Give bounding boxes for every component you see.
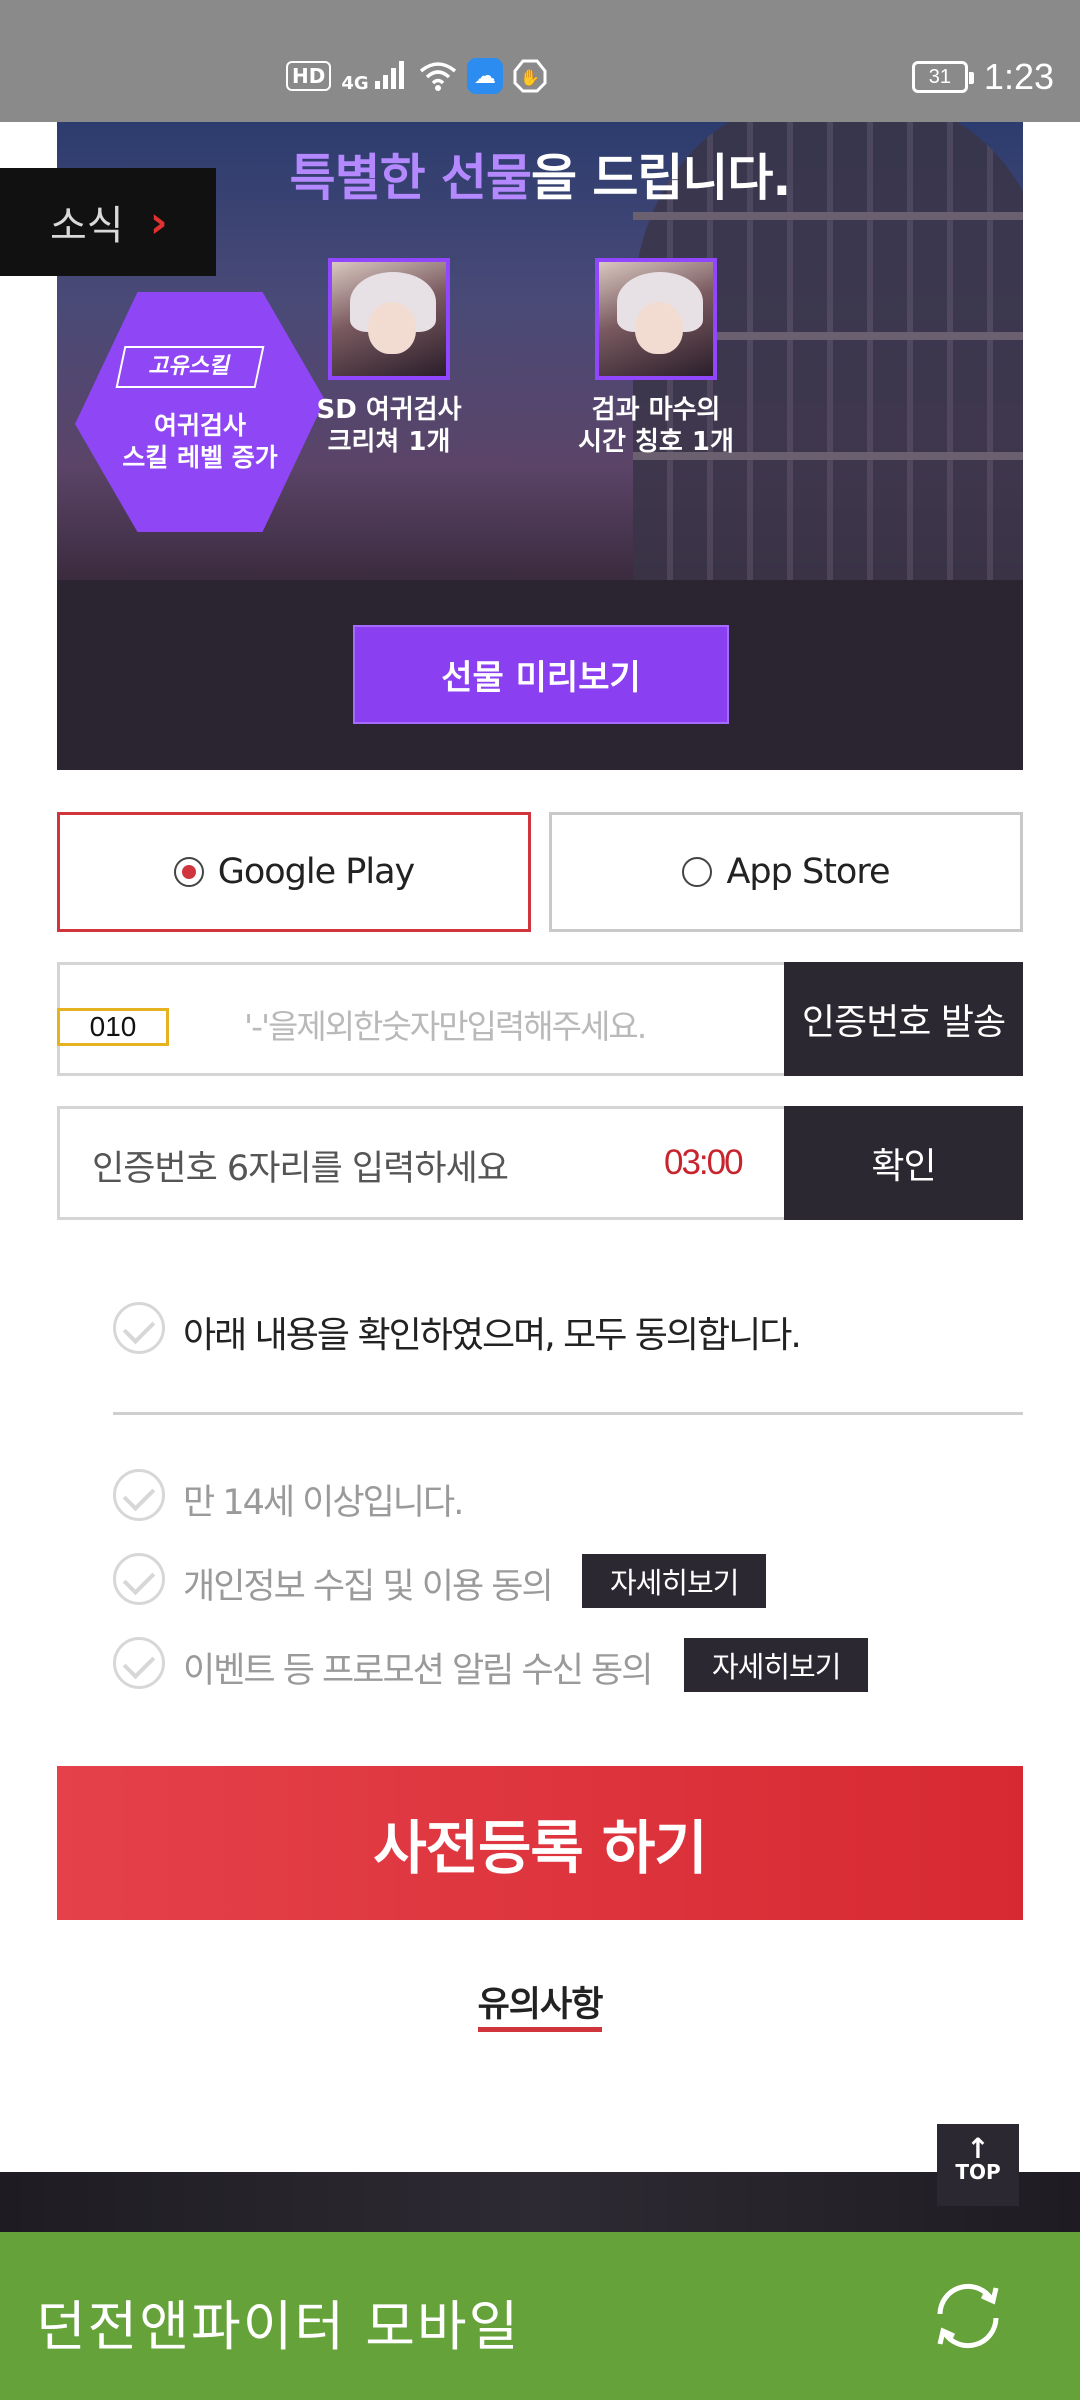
radio-selected-icon	[173, 857, 204, 887]
svg-text:✋: ✋	[520, 68, 540, 87]
network-label: 4G	[341, 72, 369, 94]
pre-register-button[interactable]: 사전등록 하기	[57, 1766, 1023, 1920]
promotion-detail-button[interactable]: 자세히보기	[684, 1638, 869, 1692]
store-label: Google Play	[217, 852, 416, 892]
gift-item-title: 검과 마수의 시간 칭호 1개	[576, 258, 736, 458]
top-label: TOP	[955, 2160, 1001, 2184]
age-checkbox[interactable]	[113, 1469, 165, 1521]
confirm-code-button[interactable]: 확인	[784, 1106, 1023, 1220]
chevron-right-icon: ›	[149, 196, 168, 248]
skill-badge: 고유스킬 여귀검사 스킬 레벨 증가	[75, 292, 325, 532]
badge-line2: 스킬 레벨 증가	[122, 443, 278, 472]
signal-bars-icon	[374, 60, 404, 89]
notice-section: 유의사항	[0, 1976, 1080, 2032]
headline-highlight: 특별한 선물	[289, 149, 532, 207]
badge-line1: 여귀검사	[153, 411, 246, 440]
badge-description: 여귀검사 스킬 레벨 증가	[75, 410, 325, 474]
gift-line1: SD 여귀검사	[316, 395, 462, 425]
age-label: 만 14세 이상입니다.	[183, 1483, 464, 1523]
status-icons: HD 4G ☁ ✋	[286, 58, 547, 94]
gift-item-creature: SD 여귀검사 크리쳐 1개	[309, 258, 469, 458]
bottom-app-bar: 던전앤파이터 모바일	[0, 2232, 1080, 2400]
status-bar: HD 4G ☁ ✋ 31 1:23	[0, 0, 1080, 122]
headline-rest: 을 드립니다.	[531, 149, 791, 207]
refresh-icon[interactable]	[926, 2274, 1010, 2358]
signal-icon: 4G	[341, 59, 409, 94]
arrow-up-icon: ↑	[966, 2132, 990, 2165]
promotion-label: 이벤트 등 프로모션 알림 수신 동의	[183, 1651, 653, 1691]
hand-icon: ✋	[513, 59, 547, 93]
radio-unselected-icon	[682, 857, 713, 887]
gift-creature-image	[328, 258, 450, 380]
cloud-icon: ☁	[466, 58, 503, 94]
status-right: 31 1:23	[911, 56, 1054, 98]
news-tab[interactable]: 소식 ›	[0, 168, 216, 276]
gift-line1: 검과 마수의	[591, 395, 721, 425]
privacy-detail-button[interactable]: 자세히보기	[582, 1554, 767, 1608]
phone-prefix-select[interactable]: 010	[57, 1008, 169, 1046]
phone-input-placeholder: '-'을제외한숫자만입력해주세요.	[244, 1007, 647, 1046]
privacy-checkbox[interactable]	[113, 1553, 165, 1605]
scroll-top-button[interactable]: ↑ TOP	[937, 2124, 1019, 2206]
divider	[113, 1412, 1023, 1415]
app-title: 던전앤파이터 모바일	[36, 2295, 521, 2358]
store-option-app-store[interactable]: App Store	[549, 812, 1023, 932]
store-option-google-play[interactable]: Google Play	[57, 812, 531, 932]
gift-preview-button[interactable]: 선물 미리보기	[353, 625, 729, 724]
gift-title-image	[595, 258, 717, 380]
footer-strip	[0, 2172, 1080, 2232]
tower-band	[633, 212, 1023, 220]
store-label: App Store	[726, 852, 890, 892]
agree-all-label: 아래 내용을 확인하였으며, 모두 동의합니다.	[183, 1315, 802, 1356]
wifi-icon	[419, 62, 457, 91]
hd-icon: HD	[286, 61, 332, 91]
countdown-timer: 03:00	[664, 1143, 744, 1182]
gift-line2: 시간 칭호 1개	[578, 427, 734, 457]
promotion-checkbox[interactable]	[113, 1637, 165, 1689]
privacy-label: 개인정보 수집 및 이용 동의	[183, 1567, 554, 1607]
send-code-button[interactable]: 인증번호 발송	[784, 962, 1023, 1076]
news-tab-label: 소식	[50, 203, 124, 249]
battery-icon: 31	[911, 61, 974, 93]
badge-skill-label: 고유스킬	[115, 346, 265, 388]
clock: 1:23	[983, 56, 1054, 97]
notice-link[interactable]: 유의사항	[477, 1985, 603, 2032]
verification-code-placeholder: 인증번호 6자리를 입력하세요	[92, 1149, 509, 1189]
gift-line2: 크리쳐 1개	[327, 427, 451, 457]
agree-all-checkbox[interactable]	[113, 1302, 165, 1354]
